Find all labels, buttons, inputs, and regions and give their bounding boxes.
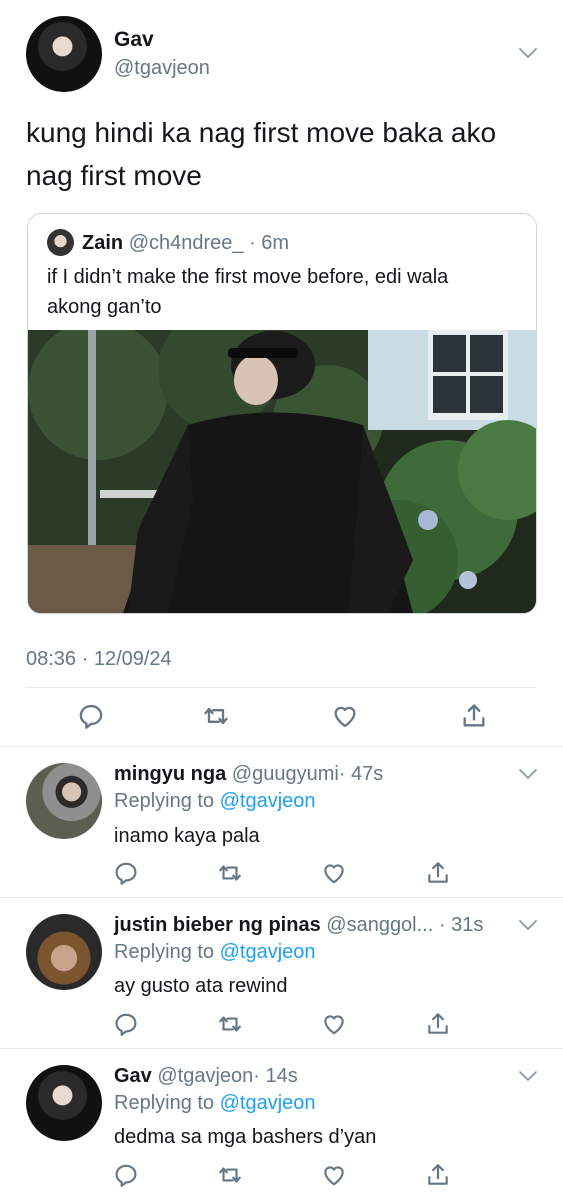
retweet-icon[interactable] [216,1161,244,1189]
reply-text: ay gusto ata rewind [114,975,288,997]
retweet-icon[interactable] [202,702,230,730]
reply-tweet[interactable]: justin bieber ng pinas @sanggol... · 31s… [0,898,563,1048]
reply-text: inamo kaya pala [114,825,260,847]
reply-header: Gav @tgavjeon· 14s [114,1065,298,1088]
chevron-down-icon[interactable] [518,767,538,781]
reply-icon[interactable] [112,1010,140,1038]
like-icon[interactable] [320,1161,348,1189]
reply-icon[interactable] [112,1161,140,1189]
quoted-tweet-text-line1: if I didn’t make the first move before, … [47,266,449,288]
reply-icon[interactable] [112,859,140,887]
replying-to-label: Replying to [114,790,215,812]
like-icon[interactable] [331,702,359,730]
quoted-tweet-photo[interactable] [28,330,536,613]
replying-to-line: Replying to @tgavjeon [114,941,316,964]
share-icon[interactable] [424,1161,452,1189]
reply-handle[interactable]: @sanggol... [326,914,433,936]
quoted-tweet-card[interactable]: Zain @ch4ndree_ · 6m if I didn’t make th… [27,213,537,614]
share-icon[interactable] [424,1010,452,1038]
reply-author-name[interactable]: justin bieber ng pinas [114,914,321,936]
share-icon[interactable] [424,859,452,887]
replying-to-label: Replying to [114,941,215,963]
reply-avatar[interactable] [26,763,102,839]
reply-avatar[interactable] [26,1065,102,1141]
chevron-down-icon[interactable] [518,918,538,932]
like-icon[interactable] [320,859,348,887]
reply-tweet[interactable]: Gav @tgavjeon· 14s Replying to @tgavjeon… [0,1049,563,1200]
reply-icon[interactable] [77,702,105,730]
reply-tweet[interactable]: mingyu nga @guugyumi· 47s Replying to @t… [0,747,563,897]
quoted-tweet-avatar [47,229,74,256]
reply-time: · 31s [438,914,484,936]
quoted-tweet-text-line2: akong gan’to [47,296,162,318]
like-icon[interactable] [320,1010,348,1038]
quoted-tweet-author-name: Zain [82,232,124,254]
replying-to-link[interactable]: @tgavjeon [220,941,316,963]
share-icon[interactable] [460,702,488,730]
quoted-tweet-handle: @ch4ndree_ [128,232,244,254]
reply-time: · 14s [253,1065,298,1087]
quoted-tweet-time: · 6m [249,232,290,254]
reply-text: dedma sa mga bashers d’yan [114,1126,377,1148]
main-tweet-text-line1: kung hindi ka nag first move baka ako [26,117,497,148]
reply-handle[interactable]: @guugyumi [232,763,339,785]
replying-to-line: Replying to @tgavjeon [114,790,316,813]
reply-header: justin bieber ng pinas @sanggol... · 31s [114,914,483,937]
replying-to-line: Replying to @tgavjeon [114,1092,316,1115]
retweet-icon[interactable] [216,859,244,887]
main-tweet-avatar[interactable] [26,16,102,92]
chevron-down-icon[interactable] [518,46,538,60]
main-tweet-timestamp[interactable]: 08:36 · 12/09/24 [26,648,172,671]
replying-to-label: Replying to [114,1092,215,1114]
reply-header: mingyu nga @guugyumi· 47s [114,763,383,786]
divider [26,687,536,688]
reply-handle[interactable]: @tgavjeon [157,1065,253,1087]
main-tweet-handle[interactable]: @tgavjeon [114,57,210,80]
replying-to-link[interactable]: @tgavjeon [220,790,316,812]
main-tweet-author-name[interactable]: Gav [114,28,154,52]
reply-time: · 47s [338,763,384,785]
chevron-down-icon[interactable] [518,1069,538,1083]
retweet-icon[interactable] [216,1010,244,1038]
reply-avatar[interactable] [26,914,102,990]
reply-author-name[interactable]: Gav [114,1065,152,1087]
reply-author-name[interactable]: mingyu nga [114,763,226,785]
main-tweet-text-line2: nag first move [26,160,202,191]
replying-to-link[interactable]: @tgavjeon [220,1092,316,1114]
quoted-tweet-header: Zain @ch4ndree_ · 6m [82,232,289,255]
